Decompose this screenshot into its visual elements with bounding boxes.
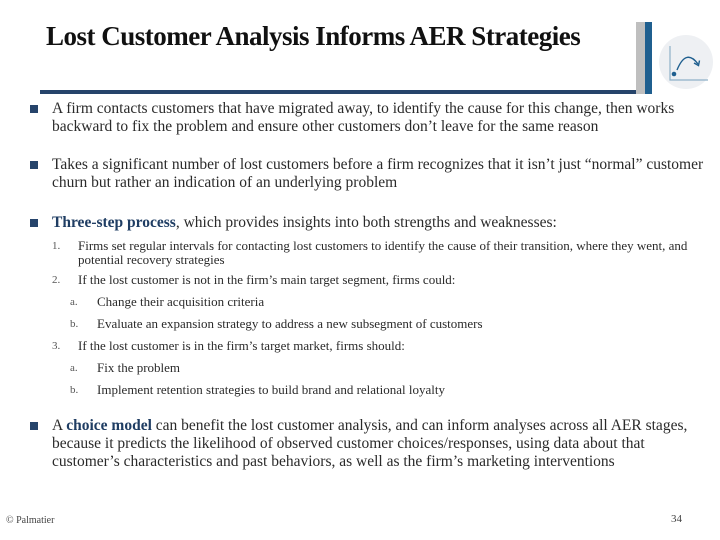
title-underline [40,90,638,94]
substep-item: a. Fix the problem [28,361,708,375]
step-number: 3. [52,340,61,352]
step-text: Firms set regular intervals for contacti… [78,238,688,267]
page-number: 34 [671,513,682,525]
slide-body: A firm contacts customers that have migr… [28,98,708,471]
substep-letter: b. [70,318,79,330]
step-item: 1. Firms set regular intervals for conta… [28,239,708,267]
bullet-square-icon [30,105,38,113]
bullet-highlight: Three-step process [52,214,176,231]
bullet-square-icon [30,161,38,169]
bullet-prefix: A [52,417,67,434]
decorative-blue-bar [645,22,652,94]
substep-item: b. Evaluate an expansion strategy to add… [28,317,708,331]
bullet-text: A firm contacts customers that have migr… [52,100,675,135]
copyright-footer: © Palmatier [6,515,55,526]
bullet-item: Three-step process, which provides insig… [28,214,708,232]
step-number: 2. [52,274,61,286]
bullet-item: A firm contacts customers that have migr… [28,100,708,136]
step-item: 3. If the lost customer is in the firm’s… [28,339,708,353]
substep-letter: b. [70,384,79,396]
bullet-square-icon [30,422,38,430]
step-text: If the lost customer is in the firm’s ta… [78,338,405,353]
substep-text: Implement retention strategies to build … [97,382,446,397]
step-number: 1. [52,240,61,252]
bullet-item: Takes a significant number of lost custo… [28,156,708,192]
step-text: If the lost customer is not in the firm’… [78,272,456,287]
substep-letter: a. [70,296,78,308]
bullet-text: , which provides insights into both stre… [175,214,557,231]
decorative-gray-bar [636,22,645,94]
substep-text: Fix the problem [97,360,181,375]
curve-arrow-chart-icon [658,34,714,90]
substep-letter: a. [70,362,78,374]
slide-title: Lost Customer Analysis Informs AER Strat… [46,21,581,51]
bullet-highlight: choice model [66,417,152,434]
bullet-text: Takes a significant number of lost custo… [52,156,704,191]
substep-item: b. Implement retention strategies to bui… [28,383,708,397]
step-item: 2. If the lost customer is not in the fi… [28,273,708,287]
substep-text: Evaluate an expansion strategy to addres… [97,316,483,331]
substep-item: a. Change their acquisition criteria [28,295,708,309]
bullet-item: A choice model can benefit the lost cust… [28,417,708,471]
bullet-square-icon [30,219,38,227]
substep-text: Change their acquisition criteria [97,294,265,309]
